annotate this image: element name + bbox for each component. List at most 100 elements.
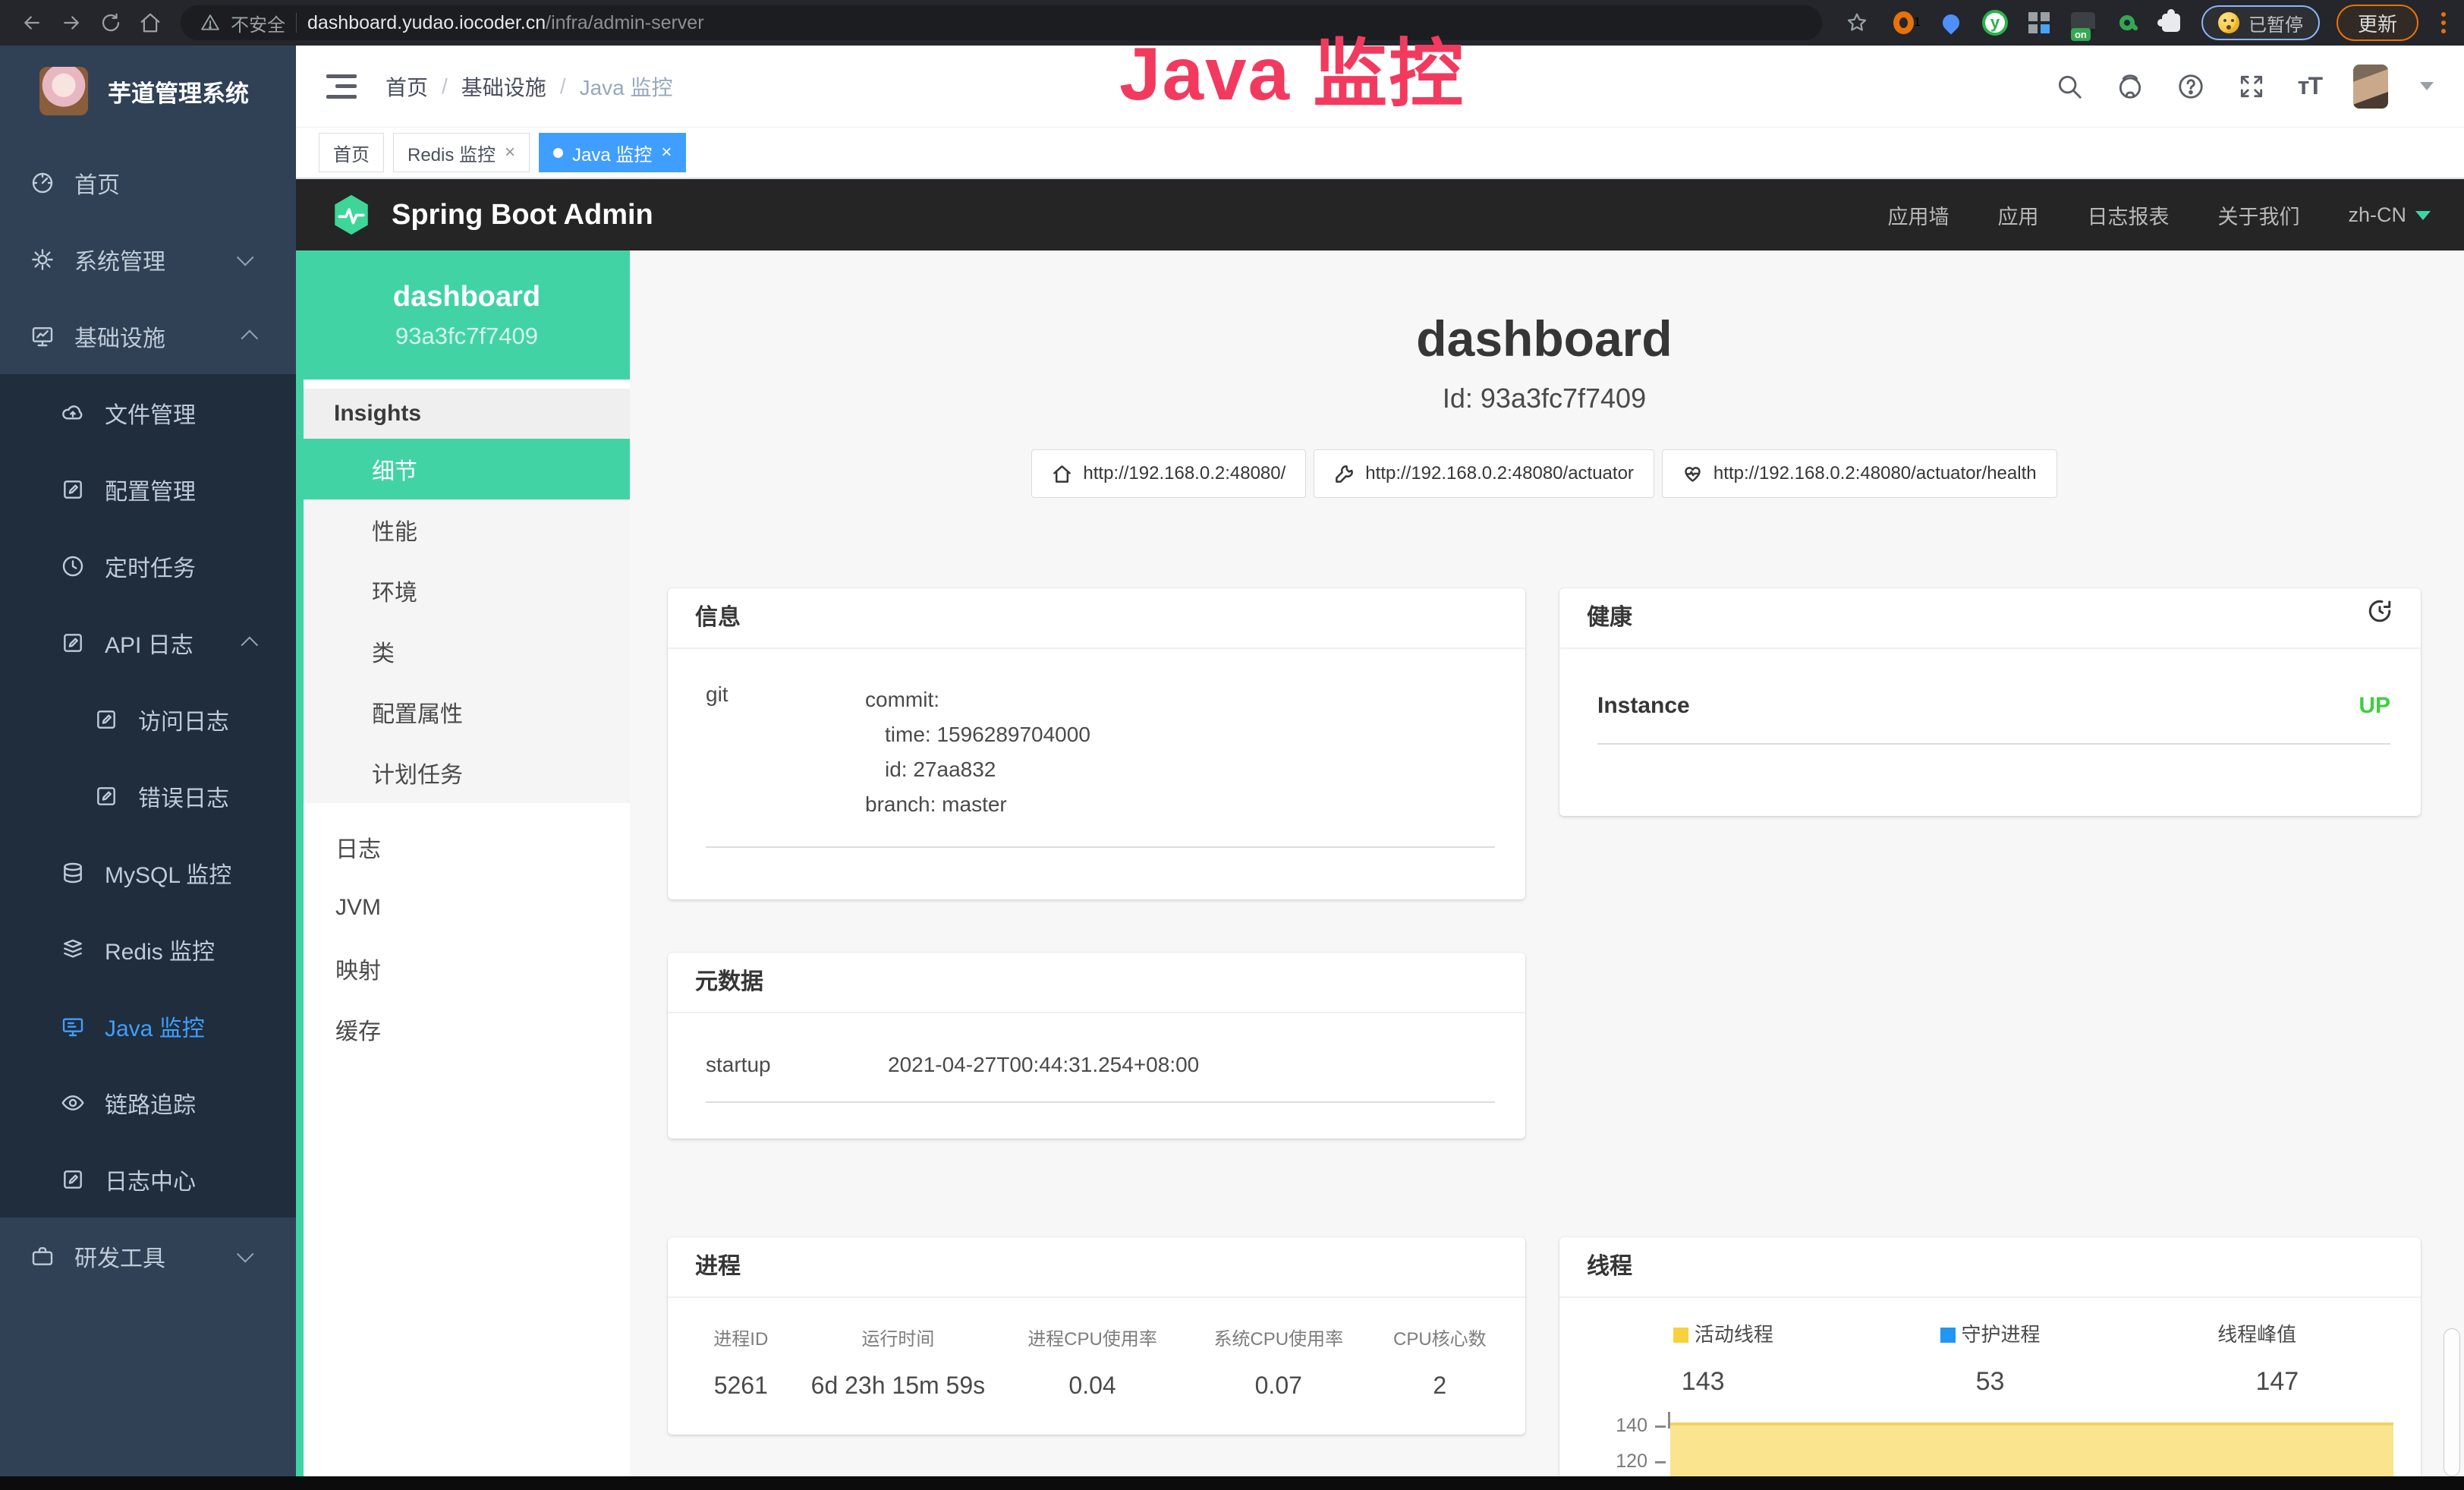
close-icon[interactable]: × — [505, 142, 515, 163]
dashboard-icon — [30, 171, 55, 195]
sidebar-item-redis-monitor[interactable]: Redis 监控 — [0, 911, 296, 988]
sba-item-jvm[interactable]: JVM — [304, 877, 630, 938]
sba-locale-select[interactable]: zh-CN — [2348, 203, 2431, 227]
tab-redis-monitor[interactable]: Redis 监控× — [393, 133, 530, 172]
tab-java-monitor[interactable]: Java 监控× — [539, 133, 686, 172]
sidebar-item-api-logs[interactable]: API 日志 — [0, 604, 296, 681]
col-process-cpu: 进程CPU使用率 — [997, 1324, 1188, 1350]
instance-title: dashboard — [668, 310, 2421, 367]
extension-magnifier-icon[interactable] — [2113, 9, 2141, 36]
extension-y-icon[interactable]: y — [1981, 9, 2009, 36]
paused-profile-chip[interactable]: 已暂停 — [2201, 5, 2320, 40]
sidebar-item-access-logs[interactable]: 访问日志 — [0, 681, 296, 758]
actuator-url-button[interactable]: http://192.168.0.2:48080/actuator — [1314, 449, 1654, 498]
history-icon[interactable] — [2366, 587, 2393, 648]
sidebar-item-tracing[interactable]: 链路追踪 — [0, 1064, 296, 1141]
legend-label: 线程峰值 — [2217, 1323, 2296, 1346]
page-scrollbar-thumb[interactable] — [2444, 1328, 2460, 1476]
sba-brand-title[interactable]: Spring Boot Admin — [392, 199, 653, 232]
app-title: 芋道管理系统 — [108, 74, 249, 109]
sidebar-item-mysql-monitor[interactable]: MySQL 监控 — [0, 834, 296, 911]
sidebar-item-java-monitor[interactable]: Java 监控 — [0, 988, 296, 1064]
user-menu-caret-icon[interactable] — [2420, 82, 2434, 90]
sidebar-item-home[interactable]: 首页 — [0, 144, 296, 221]
sidebar-item-error-logs[interactable]: 错误日志 — [0, 758, 296, 834]
update-chrome-button[interactable]: 更新 — [2337, 5, 2418, 41]
daemon-threads-value: 53 — [1846, 1367, 2133, 1397]
extensions-puzzle-icon[interactable] — [2157, 9, 2185, 36]
sba-item-logs[interactable]: 日志 — [304, 817, 630, 877]
font-size-icon[interactable]: тT — [2298, 72, 2321, 100]
sidebar-item-scheduled-tasks[interactable]: 定时任务 — [0, 528, 296, 604]
collapse-sidebar-icon[interactable] — [326, 74, 357, 99]
breadcrumb-infrastructure[interactable]: 基础设施 — [461, 71, 546, 102]
infrastructure-submenu: 文件管理 配置管理 定时任务 API 日志 访问日志 — [0, 374, 296, 1218]
github-icon[interactable] — [2116, 72, 2145, 101]
extension-pin-icon[interactable] — [1937, 9, 1965, 36]
sidebar-item-dev-tools[interactable]: 研发工具 — [0, 1218, 296, 1294]
process-card-header: 进程 — [668, 1237, 1525, 1298]
user-avatar[interactable] — [2353, 65, 2388, 109]
edit-icon — [61, 1167, 85, 1192]
sba-group-insights[interactable]: Insights — [304, 389, 630, 439]
extension-colorpicker-icon[interactable]: 1 — [1893, 9, 1921, 36]
sidebar-item-label: 定时任务 — [105, 550, 196, 583]
bookmark-star-icon[interactable] — [1837, 6, 1877, 39]
card-title: 元数据 — [695, 952, 763, 1013]
sidebar-item-log-center[interactable]: 日志中心 — [0, 1141, 296, 1218]
search-icon[interactable] — [2055, 72, 2084, 101]
app-menu: 首页 系统管理 基础设施 文件管理 配置管理 — [0, 137, 296, 1294]
reload-icon[interactable] — [91, 6, 131, 39]
sidebar-item-label: 首页 — [74, 166, 120, 200]
startup-key: startup — [706, 1053, 888, 1077]
address-bar[interactable]: 不安全 dashboard.yudao.iocoder.cn/infra/adm… — [181, 5, 1822, 40]
fullscreen-icon[interactable] — [2237, 72, 2266, 101]
sba-item-details[interactable]: 细节 — [304, 439, 630, 499]
sba-nav-applications[interactable]: 应用 — [1997, 200, 2038, 230]
extension-grid-icon[interactable] — [2025, 9, 2053, 36]
sidebar-item-file-management[interactable]: 文件管理 — [0, 374, 296, 451]
briefcase-icon — [30, 1244, 55, 1268]
sidebar-item-infrastructure[interactable]: 基础设施 — [0, 298, 296, 374]
legend-peak: 线程峰值 — [2123, 1319, 2390, 1347]
back-icon[interactable] — [12, 6, 52, 39]
git-row: git commit: time: 1596289704000 id: 27aa… — [668, 649, 1525, 822]
info-card: 信息 git commit: time: 1596289704000 id: 2… — [668, 588, 1525, 899]
heartbeat-icon — [1682, 464, 1703, 484]
breadcrumb-home[interactable]: 首页 — [385, 71, 428, 102]
legend-daemon: 守护进程 — [1857, 1319, 2124, 1347]
sba-instance-header[interactable]: dashboard 93a3fc7f7409 — [304, 250, 630, 380]
service-url-button[interactable]: http://192.168.0.2:48080/ — [1031, 449, 1306, 498]
card-title: 线程 — [1587, 1236, 1632, 1297]
close-icon[interactable]: × — [661, 142, 672, 163]
sba-nav-wall[interactable]: 应用墙 — [1887, 200, 1949, 230]
forward-icon[interactable] — [52, 6, 91, 39]
sba-item-environment[interactable]: 环境 — [304, 560, 630, 621]
breadcrumb-current: Java 监控 — [580, 71, 673, 102]
url-text[interactable]: dashboard.yudao.iocoder.cn/infra/admin-s… — [307, 12, 704, 34]
sba-nav-about[interactable]: 关于我们 — [2217, 200, 2299, 230]
tab-home[interactable]: 首页 — [319, 133, 384, 172]
extension-switch-icon[interactable]: on — [2069, 9, 2097, 36]
app-logo-row[interactable]: 芋道管理系统 — [0, 46, 296, 137]
info-card-header: 信息 — [668, 588, 1525, 649]
sba-item-classes[interactable]: 类 — [304, 621, 630, 682]
browser-menu-icon[interactable] — [2435, 12, 2452, 33]
security-label[interactable]: 不安全 — [231, 10, 285, 36]
sba-nav-journal[interactable]: 日志报表 — [2087, 200, 2169, 230]
status-badge: UP — [2359, 693, 2390, 719]
home-icon[interactable] — [131, 6, 170, 39]
sidebar-item-config-management[interactable]: 配置管理 — [0, 451, 296, 528]
sidebar-item-system-management[interactable]: 系统管理 — [0, 221, 296, 298]
sba-item-config-props[interactable]: 配置属性 — [304, 682, 630, 742]
sba-item-metrics[interactable]: 性能 — [304, 499, 630, 560]
sba-item-caches[interactable]: 缓存 — [304, 999, 630, 1060]
sba-item-mappings[interactable]: 映射 — [304, 938, 630, 999]
breadcrumb: 首页 / 基础设施 / Java 监控 — [385, 71, 673, 102]
monitor-chart-icon — [30, 324, 55, 348]
eye-icon — [61, 1091, 85, 1115]
sba-item-scheduled[interactable]: 计划任务 — [304, 742, 630, 803]
health-url-button[interactable]: http://192.168.0.2:48080/actuator/health — [1662, 449, 2057, 498]
help-icon[interactable] — [2176, 72, 2205, 101]
sidebar-item-label: Java 监控 — [105, 1010, 205, 1043]
